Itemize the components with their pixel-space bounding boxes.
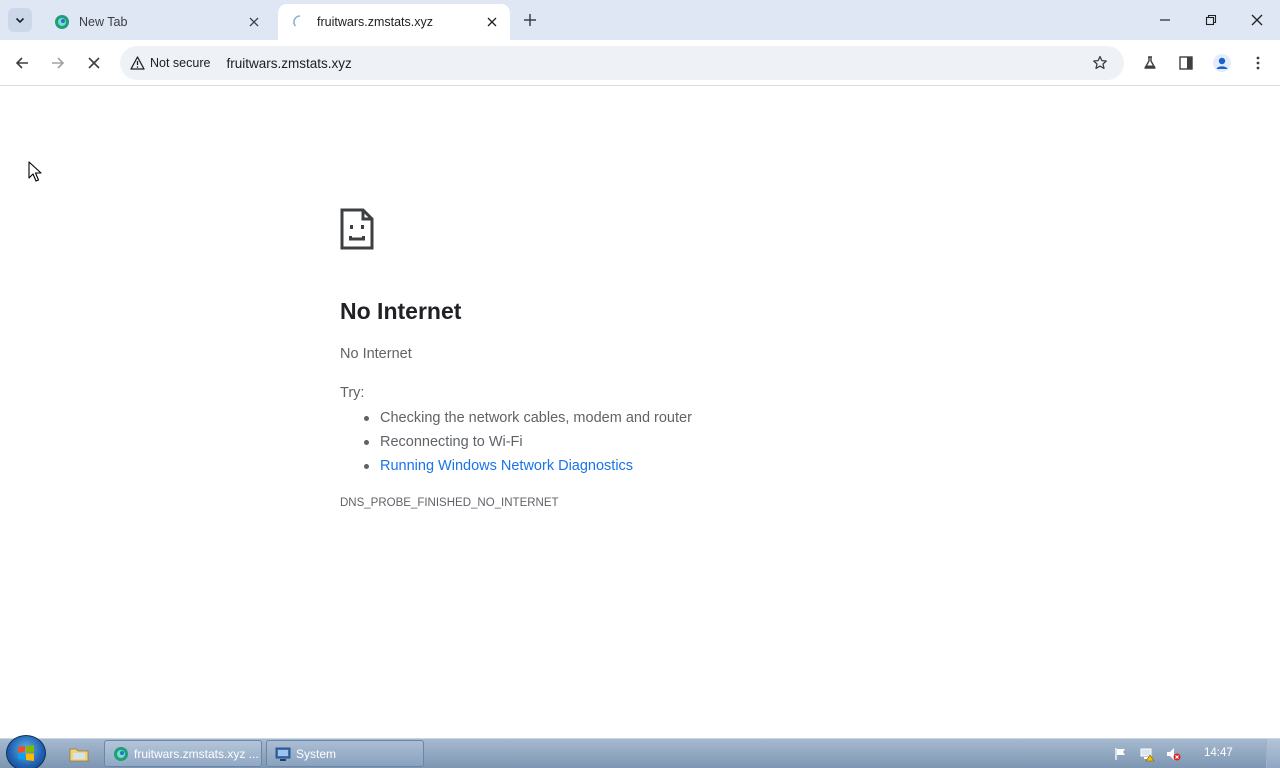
error-code: DNS_PROBE_FINISHED_NO_INTERNET	[340, 497, 559, 509]
tab-title: fruitwars.zmstats.xyz	[317, 15, 433, 29]
warning-icon	[130, 56, 145, 70]
mouse-cursor-icon	[28, 161, 42, 182]
chevron-down-icon	[15, 17, 25, 24]
taskbar: fruitwars.zmstats.xyz ... System 14:47	[0, 735, 1280, 768]
tab-new-tab[interactable]: New Tab	[40, 4, 272, 40]
suggestion-check-cables: Checking the network cables, modem and r…	[358, 406, 692, 430]
close-window-button[interactable]	[1234, 0, 1280, 40]
taskbar-button-label: fruitwars.zmstats.xyz ...	[134, 746, 259, 761]
tab-fruitwars[interactable]: fruitwars.zmstats.xyz	[278, 4, 510, 40]
flask-icon	[1144, 56, 1156, 69]
close-icon	[88, 57, 100, 69]
windows-logo-icon	[18, 745, 34, 761]
stop-loading-button[interactable]	[80, 49, 108, 77]
error-subtitle: No Internet	[340, 346, 412, 362]
security-chip[interactable]: Not secure	[124, 50, 218, 76]
close-icon	[1251, 14, 1263, 26]
side-panel-button[interactable]	[1172, 49, 1200, 77]
more-vert-icon	[1256, 56, 1260, 70]
action-center-button[interactable]	[1112, 745, 1130, 763]
network-diagnostics-link[interactable]: Running Windows Network Diagnostics	[358, 454, 692, 478]
labs-button[interactable]	[1136, 49, 1164, 77]
tab-close-button[interactable]	[484, 14, 500, 30]
bookmark-button[interactable]	[1090, 53, 1110, 73]
menu-button[interactable]	[1244, 49, 1272, 77]
back-button[interactable]	[8, 49, 36, 77]
browser-favicon-icon	[55, 15, 69, 29]
error-title: No Internet	[340, 298, 462, 324]
taskbar-button-browser[interactable]: fruitwars.zmstats.xyz ...	[104, 740, 262, 767]
minimize-icon	[1160, 19, 1170, 21]
loading-spinner-icon	[293, 15, 301, 27]
browser-toolbar: Not secure fruitwars.zmstats.xyz	[0, 40, 1280, 86]
arrow-right-icon	[52, 57, 65, 69]
url-text[interactable]: fruitwars.zmstats.xyz	[226, 56, 351, 71]
taskbar-button-system[interactable]: System	[266, 740, 424, 767]
folder-icon	[69, 748, 89, 762]
sad-page-icon	[340, 208, 374, 250]
show-desktop-button[interactable]	[1266, 739, 1280, 768]
taskbar-clock[interactable]: 14:47	[1204, 747, 1233, 759]
browser-favicon-icon	[114, 746, 128, 761]
new-tab-button[interactable]	[518, 8, 542, 32]
profile-button[interactable]	[1208, 49, 1236, 77]
star-icon	[1093, 55, 1107, 70]
tab-close-button[interactable]	[246, 14, 262, 30]
taskbar-button-label: System	[296, 746, 337, 761]
tab-strip: New Tab fruitwars.zmstats.xyz	[0, 0, 1280, 40]
avatar-icon	[1213, 54, 1231, 72]
system-icon	[275, 747, 291, 761]
address-bar[interactable]: Not secure fruitwars.zmstats.xyz	[120, 46, 1124, 80]
volume-muted-icon	[1167, 748, 1181, 761]
page-content: No Internet No Internet Try: Checking th…	[0, 87, 1280, 738]
network-status-button[interactable]	[1138, 745, 1156, 763]
restore-button[interactable]	[1188, 0, 1234, 40]
volume-button[interactable]	[1164, 745, 1182, 763]
restore-icon	[1205, 14, 1217, 26]
side-panel-icon	[1179, 56, 1193, 70]
close-icon	[487, 17, 497, 27]
arrow-left-icon	[15, 57, 28, 69]
try-label: Try:	[340, 385, 365, 401]
start-button[interactable]	[6, 735, 46, 768]
flag-icon	[1115, 748, 1125, 760]
tab-search-button[interactable]	[8, 8, 32, 32]
suggestion-reconnect-wifi: Reconnecting to Wi-Fi	[358, 430, 692, 454]
minimize-button[interactable]	[1142, 0, 1188, 40]
plus-icon	[524, 14, 536, 26]
file-explorer-button[interactable]	[64, 742, 94, 766]
security-chip-label: Not secure	[150, 56, 211, 70]
suggestion-list: Checking the network cables, modem and r…	[358, 406, 692, 478]
forward-button[interactable]	[44, 49, 72, 77]
tab-title: New Tab	[79, 15, 128, 29]
close-icon	[249, 17, 259, 27]
network-warning-icon	[1140, 748, 1155, 762]
system-tray	[1112, 745, 1182, 763]
